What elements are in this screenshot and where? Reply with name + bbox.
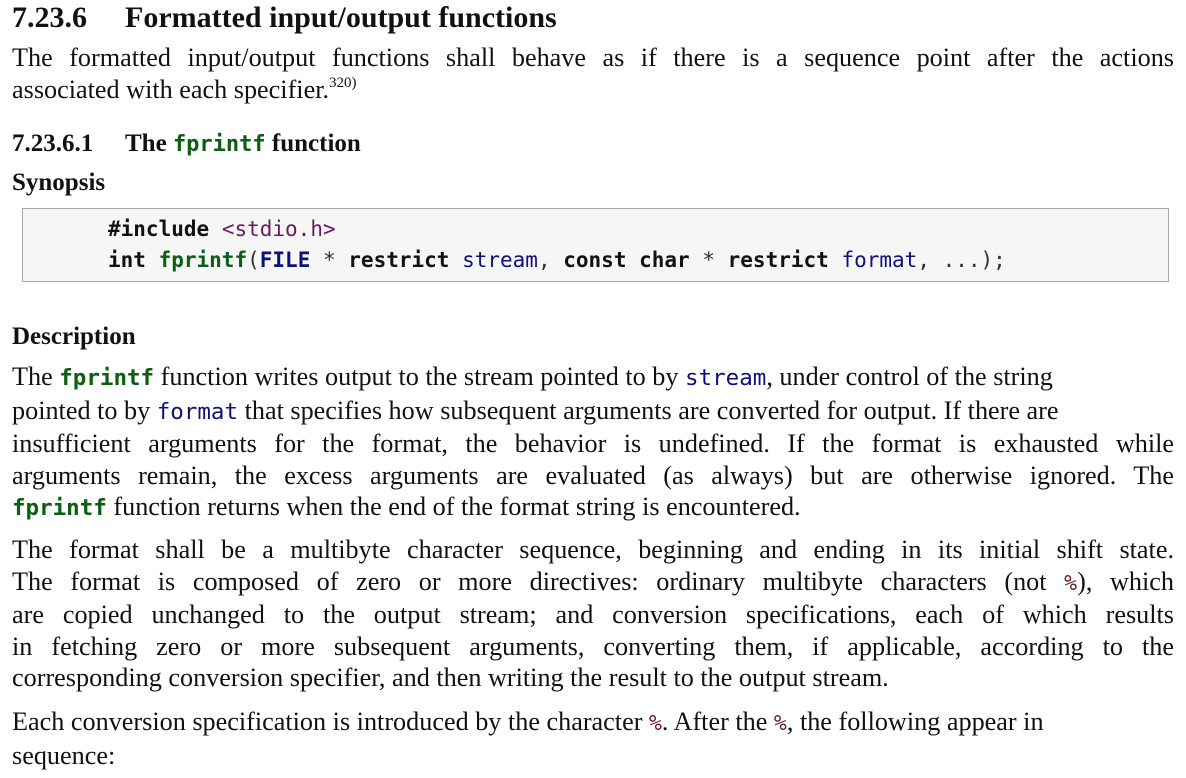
description-heading: Description	[12, 323, 136, 350]
code-pointer-star: *	[689, 248, 728, 272]
inline-code-format: format	[156, 398, 239, 425]
inline-code-fprintf: fprintf	[12, 495, 107, 522]
code-restrict-keyword: restrict	[727, 248, 829, 272]
code-pointer-star: *	[310, 248, 349, 272]
footnote-ref[interactable]: 320)	[329, 75, 357, 91]
text: . After the	[661, 707, 768, 736]
code-return-type: int	[108, 248, 146, 272]
code-rest: , ...);	[917, 248, 1006, 272]
intro-line: The formatted input/output functions sha…	[12, 43, 1174, 72]
inline-code-percent: %	[1064, 570, 1078, 596]
intro-text: associated with each specifier.	[12, 74, 330, 104]
inline-code-stream: stream	[685, 365, 767, 391]
text: , under control of the string	[766, 362, 1053, 391]
text: function writes output to the stream poi…	[160, 362, 679, 391]
synopsis-heading: Synopsis	[12, 169, 106, 196]
text: function returns when the end of the for…	[113, 492, 801, 522]
subsection-title-suffix: function	[271, 130, 361, 157]
description-paragraph-1: The fprintf function writes output to th…	[12, 361, 1174, 525]
paragraph-line: Each conversion specification is introdu…	[12, 706, 1174, 740]
text: ), which	[1077, 566, 1174, 596]
section-number: 7.23.6	[12, 1, 87, 34]
description-paragraph-3: Each conversion specification is introdu…	[12, 706, 1174, 771]
paragraph-line: pointed to by format that specifies how …	[12, 395, 1174, 429]
text: that specifies how subsequent arguments …	[244, 395, 1059, 425]
text: The	[12, 362, 53, 391]
paragraph-line: The format shall be a multibyte characte…	[12, 535, 1174, 564]
inline-code-percent: %	[648, 711, 662, 736]
paragraph-line: fprintf function returns when the end of…	[12, 491, 1174, 525]
section-title: Formatted input/output functions	[125, 1, 557, 34]
subsection-number: 7.23.6.1	[12, 130, 94, 157]
subsection-title-prefix: The	[125, 130, 167, 157]
text: Each conversion specification is introdu…	[12, 707, 643, 736]
paragraph-line: sequence:	[12, 740, 116, 770]
text: , the following appear in	[786, 707, 1044, 736]
text: pointed to by	[12, 395, 151, 425]
code-header-name: <stdio.h>	[221, 217, 336, 241]
code-line-include: #include <stdio.h>	[108, 214, 336, 244]
paragraph-line: The format is composed of zero or more d…	[12, 566, 1174, 600]
code-directive: #include	[108, 217, 210, 241]
text: The format is composed of zero or more d…	[12, 566, 1047, 596]
section-heading: 7.23.6 Formatted input/output functions	[12, 0, 557, 36]
synopsis-code-block: #include <stdio.h> int fprintf(FILE * re…	[22, 208, 1169, 282]
inline-code-fprintf: fprintf	[59, 365, 155, 391]
intro-paragraph: The formatted input/output functions sha…	[12, 42, 1174, 105]
code-line-prototype: int fprintf(FILE * restrict stream, cons…	[108, 245, 1006, 275]
code-open-paren: (	[247, 248, 260, 272]
description-paragraph-2: The format shall be a multibyte characte…	[12, 534, 1174, 694]
subsection-title-code: fprintf	[172, 132, 266, 157]
code-char-keyword: char	[639, 248, 690, 272]
subsection-heading: 7.23.6.1 The fprintf function	[12, 128, 361, 161]
paragraph-line: The fprintf function writes output to th…	[12, 361, 1174, 395]
code-restrict-keyword: restrict	[348, 248, 450, 272]
paragraph-line: in fetching zero or more subsequent argu…	[12, 631, 1174, 661]
intro-line: associated with each specifier.320)	[12, 74, 1174, 106]
code-function-name: fprintf	[158, 248, 248, 272]
paragraph-line: corresponding conversion specifier, and …	[12, 663, 889, 693]
code-comma: ,	[537, 248, 564, 272]
paragraph-line: arguments remain, the excess arguments a…	[12, 460, 1174, 490]
code-param1-name: stream	[462, 248, 538, 272]
paragraph-line: insufficient arguments for the format, t…	[12, 429, 1174, 459]
code-param2-name: format	[841, 248, 918, 272]
inline-code-percent: %	[773, 711, 787, 736]
paragraph-line: are copied unchanged to the output strea…	[12, 600, 1174, 630]
code-const-keyword: const	[563, 248, 627, 272]
code-param1-type: FILE	[259, 248, 311, 272]
